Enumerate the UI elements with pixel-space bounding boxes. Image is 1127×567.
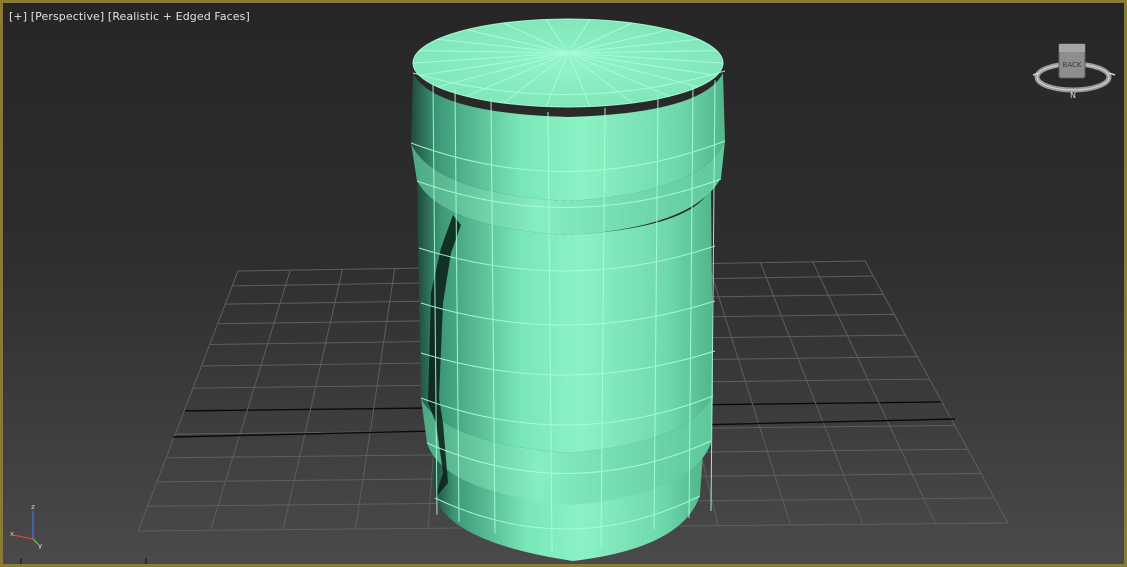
- axis-tripod-icon: z x y: [10, 503, 42, 549]
- grid-line: [707, 263, 791, 526]
- viewport-label-menu: [+] [Perspective] [Realistic + Edged Fac…: [9, 10, 250, 23]
- viewport-general-menu[interactable]: [+]: [9, 10, 27, 23]
- scene-canvas[interactable]: [3, 3, 1127, 567]
- axis-y-label: y: [38, 542, 42, 549]
- grid-line: [210, 270, 291, 531]
- grid-line: [282, 269, 343, 530]
- axis-z-label: z: [31, 503, 35, 511]
- grid-line: [864, 260, 1009, 524]
- viewcube-icon[interactable]: BACK N: [1031, 39, 1117, 101]
- viewcube-face-label: BACK: [1063, 61, 1082, 69]
- cylinder-top-cap[interactable]: [413, 19, 723, 107]
- viewport-point-of-view-menu[interactable]: [Perspective]: [31, 10, 105, 23]
- perspective-viewport[interactable]: [+] [Perspective] [Realistic + Edged Fac…: [0, 0, 1127, 567]
- axis-x-label: x: [10, 530, 14, 538]
- grid-line: [137, 270, 239, 532]
- grid-line: [812, 261, 936, 524]
- cylinder-object[interactable]: [410, 18, 726, 561]
- bottom-edge-ticks: [20, 558, 147, 564]
- viewport-shading-menu[interactable]: [Realistic + Edged Faces]: [108, 10, 250, 23]
- viewcube-compass-label: N: [1070, 91, 1076, 100]
- grid-line: [355, 268, 396, 530]
- grid-line: [760, 262, 864, 525]
